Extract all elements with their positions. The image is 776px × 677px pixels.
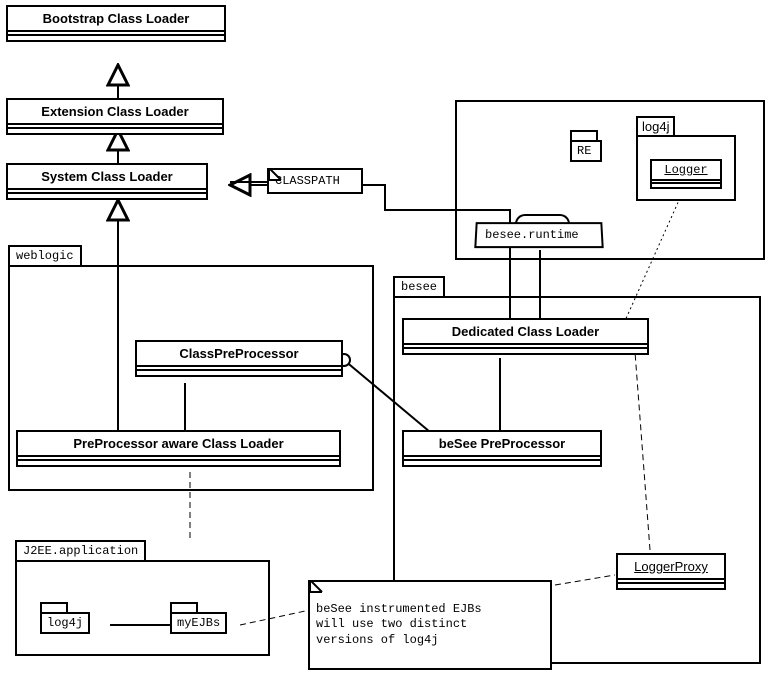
note-text: beSee instrumented EJBs will use two dis… [316, 602, 482, 647]
besee-preprocessor: beSee PreProcessor [402, 430, 602, 467]
comment-note: beSee instrumented EJBs will use two dis… [308, 580, 552, 670]
logger-class: Logger [650, 159, 722, 189]
tab-label: besee [401, 280, 437, 294]
class-title: Extension Class Loader [8, 100, 222, 125]
class-title: Logger [652, 161, 720, 181]
class-pre-processor: ClassPreProcessor [135, 340, 343, 377]
besee-tab: besee [393, 276, 445, 296]
j2ee-tab: J2EE.application [15, 540, 146, 560]
logger-proxy: LoggerProxy [616, 553, 726, 590]
classpath-note: CLASSPATH [267, 168, 363, 194]
pkg-label: log4j [642, 119, 669, 134]
class-title: PreProcessor aware Class Loader [18, 432, 339, 457]
class-title: LoggerProxy [618, 555, 724, 580]
class-title: Dedicated Class Loader [404, 320, 647, 345]
class-title: System Class Loader [8, 165, 206, 190]
folder-label: besee.runtime [485, 228, 579, 242]
extension-class-loader: Extension Class Loader [6, 98, 224, 135]
tab-label: J2EE.application [23, 544, 138, 558]
log4j-app-package: log4j [40, 602, 90, 634]
log4j-top-package: log4j Logger [636, 116, 736, 201]
note-text: CLASSPATH [275, 174, 340, 188]
myejbs-package: myEJBs [170, 602, 227, 634]
class-title: ClassPreProcessor [137, 342, 341, 367]
class-title: beSee PreProcessor [404, 432, 600, 457]
pkg-label: log4j [47, 616, 83, 630]
pkg-label: RE [577, 144, 591, 158]
pkg-label: myEJBs [177, 616, 220, 630]
preprocessor-aware-class-loader: PreProcessor aware Class Loader [16, 430, 341, 467]
system-class-loader: System Class Loader [6, 163, 208, 200]
bootstrap-class-loader: Bootstrap Class Loader [6, 5, 226, 42]
weblogic-tab: weblogic [8, 245, 82, 265]
class-title: Bootstrap Class Loader [8, 7, 224, 32]
tab-label: weblogic [16, 249, 74, 263]
re-package: RE [570, 130, 602, 162]
dedicated-class-loader: Dedicated Class Loader [402, 318, 649, 355]
